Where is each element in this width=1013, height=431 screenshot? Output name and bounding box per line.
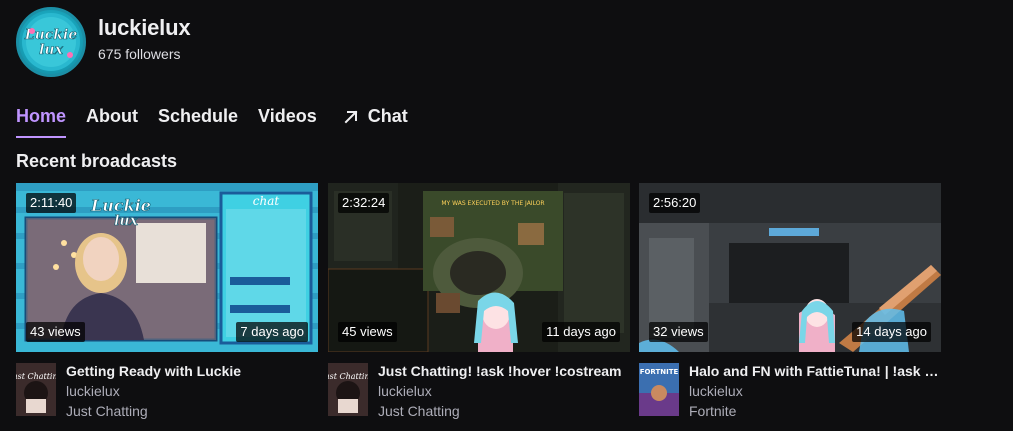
game-art-image: FORTNITE [639, 363, 679, 416]
streamer-name[interactable]: luckielux [66, 383, 318, 399]
duration-badge: 2:56:20 [649, 193, 701, 213]
age-badge: 11 days ago [542, 322, 620, 342]
streamer-name[interactable]: luckielux [689, 383, 941, 399]
duration-badge: 2:32:24 [338, 193, 390, 213]
tab-schedule[interactable]: Schedule [158, 106, 238, 140]
video-thumbnail[interactable]: chat Luckie lux 2:11:40 43 views 7 days … [16, 183, 318, 352]
views-badge: 32 views [649, 322, 708, 342]
chat-label: Chat [367, 106, 408, 126]
channel-nav: Home About Schedule Videos Chat [16, 106, 428, 140]
game-art-label: Just Chatting [16, 372, 56, 381]
video-title[interactable]: Just Chatting! !ask !hover !costream [378, 363, 630, 379]
tab-home[interactable]: Home [16, 106, 67, 140]
section-title: Recent broadcasts [16, 151, 178, 171]
tab-about[interactable]: About [86, 106, 138, 140]
views-badge: 45 views [338, 322, 397, 342]
video-thumbnail[interactable]: MY WAS EXECUTED BY THE JAILOR 2:32:24 45… [328, 183, 630, 352]
follower-count: 675 followers [98, 45, 181, 62]
game-art-label: FORTNITE [640, 368, 679, 376]
broadcast-card: 2:56:20 32 views 14 days ago FORTNITE Ha… [639, 183, 941, 419]
video-title[interactable]: Halo and FN with FattieTuna! | !ask !hov… [689, 363, 941, 379]
channel-avatar[interactable]: Luckie lux [16, 7, 86, 77]
age-badge: 14 days ago [852, 322, 931, 342]
channel-name[interactable]: luckielux [98, 15, 191, 41]
game-name[interactable]: Fortnite [689, 403, 941, 419]
svg-text:lux: lux [39, 42, 63, 58]
avatar-logo-icon: Luckie lux [22, 13, 80, 71]
game-art-label: Just Chatting [328, 372, 368, 381]
channel-header: Luckie lux luckielux 675 followers [16, 7, 191, 77]
game-art-image: Just Chatting [16, 363, 56, 416]
svg-text:lux: lux [114, 213, 138, 229]
game-name[interactable]: Just Chatting [66, 403, 318, 419]
video-thumbnail[interactable]: 2:56:20 32 views 14 days ago [639, 183, 941, 352]
game-box-art[interactable]: FORTNITE [639, 363, 679, 416]
video-title[interactable]: Getting Ready with Luckie [66, 363, 318, 379]
broadcast-card: chat Luckie lux 2:11:40 43 views 7 days … [16, 183, 318, 419]
game-name[interactable]: Just Chatting [378, 403, 630, 419]
views-badge: 43 views [26, 322, 85, 342]
duration-badge: 2:11:40 [26, 193, 77, 213]
tab-videos[interactable]: Videos [258, 106, 317, 140]
streamer-name[interactable]: luckielux [378, 383, 630, 399]
age-badge: 7 days ago [236, 322, 308, 342]
external-arrow-icon [344, 110, 358, 124]
game-box-art[interactable]: Just Chatting [16, 363, 56, 416]
tab-chat[interactable]: Chat [343, 106, 408, 140]
svg-text:chat: chat [253, 194, 280, 208]
game-art-image: Just Chatting [328, 363, 368, 416]
game-box-art[interactable]: Just Chatting [328, 363, 368, 416]
svg-text:MY WAS EXECUTED BY THE JAILOR: MY WAS EXECUTED BY THE JAILOR [441, 200, 544, 207]
broadcast-card: MY WAS EXECUTED BY THE JAILOR 2:32:24 45… [328, 183, 630, 419]
